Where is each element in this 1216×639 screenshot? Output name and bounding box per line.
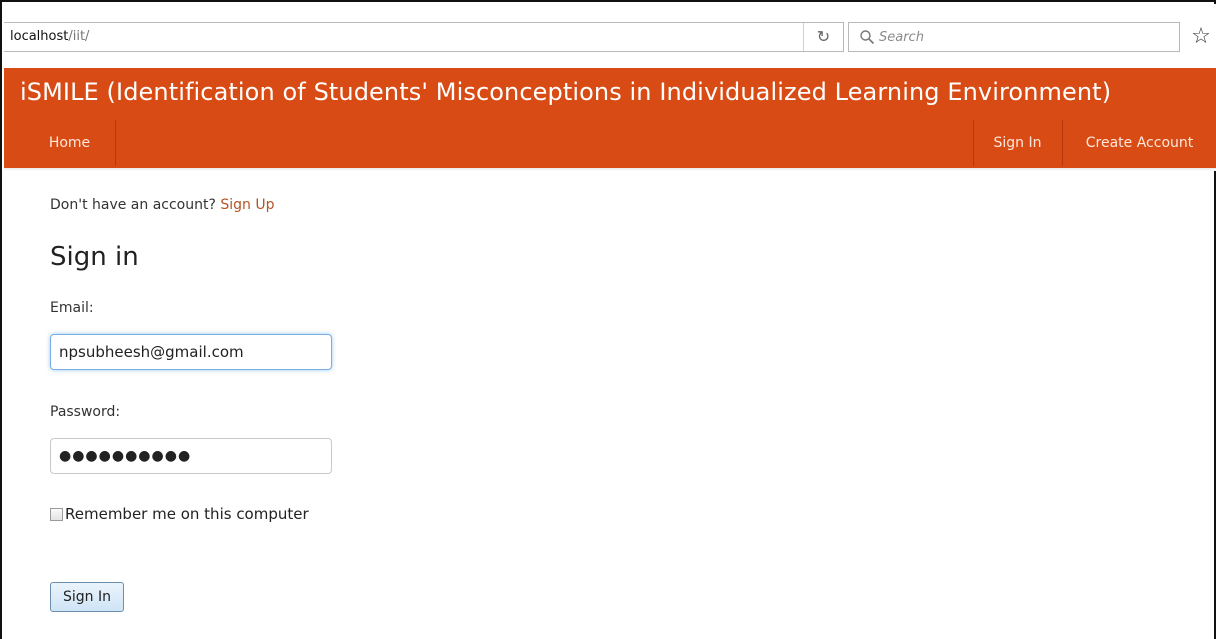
nav-home[interactable]: Home bbox=[24, 120, 116, 166]
browser-toolbar: localhost/iit/ ↻ ☆ bbox=[4, 4, 1216, 68]
no-account-text: Don't have an account? bbox=[50, 197, 216, 213]
star-icon[interactable]: ☆ bbox=[1188, 24, 1214, 50]
url-path: /iit/ bbox=[68, 29, 90, 44]
header-shadow bbox=[4, 168, 1216, 171]
reload-icon[interactable]: ↻ bbox=[803, 23, 843, 51]
app-header: iSMILE (Identification of Students' Misc… bbox=[4, 68, 1216, 168]
url-host: localhost bbox=[10, 29, 69, 44]
nav-create-account[interactable]: Create Account bbox=[1062, 120, 1216, 166]
nav-sign-in[interactable]: Sign In bbox=[973, 120, 1061, 166]
browser-search-input[interactable] bbox=[879, 25, 1169, 49]
page-title: Sign in bbox=[50, 242, 139, 272]
signup-prompt: Don't have an account? Sign Up bbox=[50, 197, 275, 213]
email-field[interactable] bbox=[50, 334, 332, 370]
browser-window: localhost/iit/ ↻ ☆ iSMILE (Identificatio… bbox=[0, 0, 1216, 639]
password-label: Password: bbox=[50, 404, 121, 420]
password-field[interactable] bbox=[50, 438, 332, 474]
app-title: iSMILE (Identification of Students' Misc… bbox=[20, 78, 1112, 106]
main-navbar: Home Sign In Create Account bbox=[4, 120, 1216, 166]
remember-label: Remember me on this computer bbox=[65, 505, 309, 523]
email-label: Email: bbox=[50, 300, 94, 316]
sign-in-button[interactable]: Sign In bbox=[50, 582, 124, 612]
sign-up-link[interactable]: Sign Up bbox=[220, 197, 274, 213]
remember-me[interactable]: Remember me on this computer bbox=[50, 505, 309, 523]
search-icon bbox=[860, 30, 875, 45]
remember-checkbox[interactable] bbox=[50, 508, 63, 521]
url-bar[interactable]: localhost/iit/ ↻ bbox=[4, 22, 844, 52]
browser-search-box[interactable] bbox=[848, 22, 1180, 52]
